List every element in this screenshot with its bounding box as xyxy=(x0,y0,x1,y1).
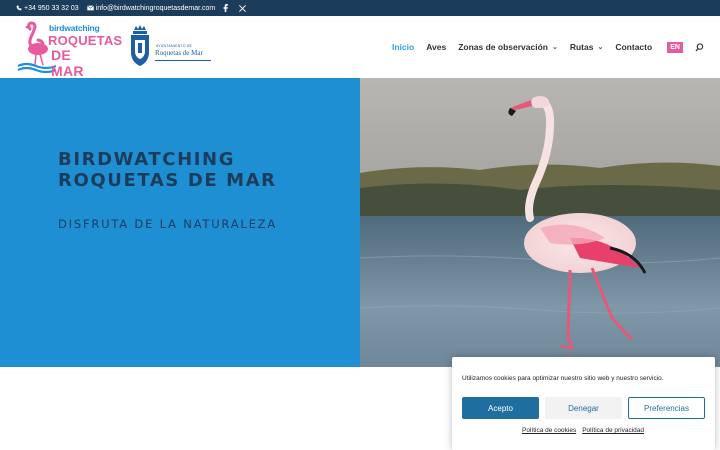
hero-subtitle: DISFRUTA DE LA NATURALEZA xyxy=(58,217,278,231)
council-logo-small-text: AYUNTAMIENTO DE xyxy=(156,44,193,48)
cookie-preferences-button[interactable]: Preferencias xyxy=(628,397,705,419)
nav-aves-label: Aves xyxy=(426,42,447,52)
envelope-icon xyxy=(86,5,94,11)
email-link[interactable]: info@birdwatchingroquetasdemar.com xyxy=(86,4,216,12)
phone-link[interactable]: +34 950 33 32 03 xyxy=(16,5,79,12)
council-logo[interactable]: AYUNTAMIENTO DE Roquetas de Mar xyxy=(128,24,214,70)
facebook-icon xyxy=(223,4,229,12)
cookie-policy-links: Política de cookies Política de privacid… xyxy=(522,427,644,434)
cookie-policy-link[interactable]: Política de cookies xyxy=(522,427,576,434)
nav-rutas-label: Rutas xyxy=(569,42,594,52)
facebook-link[interactable] xyxy=(223,4,230,12)
nav-rutas[interactable]: Rutas ⌄ xyxy=(570,42,604,52)
council-logo-name: Roquetas de Mar xyxy=(155,49,203,57)
flamingo-illustration xyxy=(360,78,720,367)
logo-line-3: DE MAR xyxy=(51,47,84,79)
nav-contacto-label: Contacto xyxy=(615,42,653,52)
accept-cookies-button[interactable]: Acepto xyxy=(462,397,539,419)
x-icon xyxy=(239,4,247,12)
privacy-policy-link[interactable]: Política de privacidad xyxy=(582,427,644,434)
birdwatching-logo[interactable]: birdwatching ROQUETAS DE MAR xyxy=(16,21,122,79)
cookie-message: Utilizamos cookies para optimizar nuestr… xyxy=(462,375,664,382)
deny-cookies-button[interactable]: Denegar xyxy=(545,397,622,419)
council-logo-divider xyxy=(155,60,211,61)
nav-zonas-observacion[interactable]: Zonas de observación ⌄ xyxy=(458,42,558,52)
hero-text-panel: BIRDWATCHING ROQUETAS DE MAR DISFRUTA DE… xyxy=(0,78,360,367)
chevron-down-icon: ⌄ xyxy=(551,44,558,51)
flamingo-photo xyxy=(360,78,720,367)
search-icon xyxy=(695,42,704,51)
search-button[interactable] xyxy=(695,42,704,52)
cookie-consent-panel: Utilizamos cookies para optimizar nuestr… xyxy=(452,357,715,450)
top-bar: +34 950 33 32 03 info@birdwatchingroquet… xyxy=(0,0,720,16)
main-navigation: Inicio Aves Zonas de observación ⌄ Rutas… xyxy=(392,16,704,78)
coat-of-arms-icon xyxy=(131,25,149,66)
language-switch-en[interactable]: EN xyxy=(667,41,683,53)
site-header: birdwatching ROQUETAS DE MAR AYUNTAMIENT… xyxy=(0,16,720,79)
nav-inicio-label: Inicio xyxy=(392,42,415,52)
email-address: info@birdwatchingroquetasdemar.com xyxy=(95,4,216,12)
page: +34 950 33 32 03 info@birdwatchingroquet… xyxy=(0,0,720,450)
phone-number: +34 950 33 32 03 xyxy=(24,4,79,12)
hero-title-line-2: ROQUETAS DE MAR xyxy=(58,170,277,191)
hero-title-line-1: BIRDWATCHING xyxy=(58,149,236,170)
chevron-down-icon: ⌄ xyxy=(597,44,604,51)
logo-line-2: ROQUETAS xyxy=(48,33,123,48)
nav-contacto[interactable]: Contacto xyxy=(615,42,652,52)
nav-aves[interactable]: Aves xyxy=(426,42,446,52)
nav-inicio[interactable]: Inicio xyxy=(392,42,414,52)
nav-zonas-label: Zonas de observación xyxy=(458,42,548,52)
hero-title: BIRDWATCHING ROQUETAS DE MAR xyxy=(58,149,277,191)
x-link[interactable] xyxy=(239,4,248,12)
phone-icon xyxy=(16,5,22,11)
logo-line-1: birdwatching xyxy=(49,23,100,33)
